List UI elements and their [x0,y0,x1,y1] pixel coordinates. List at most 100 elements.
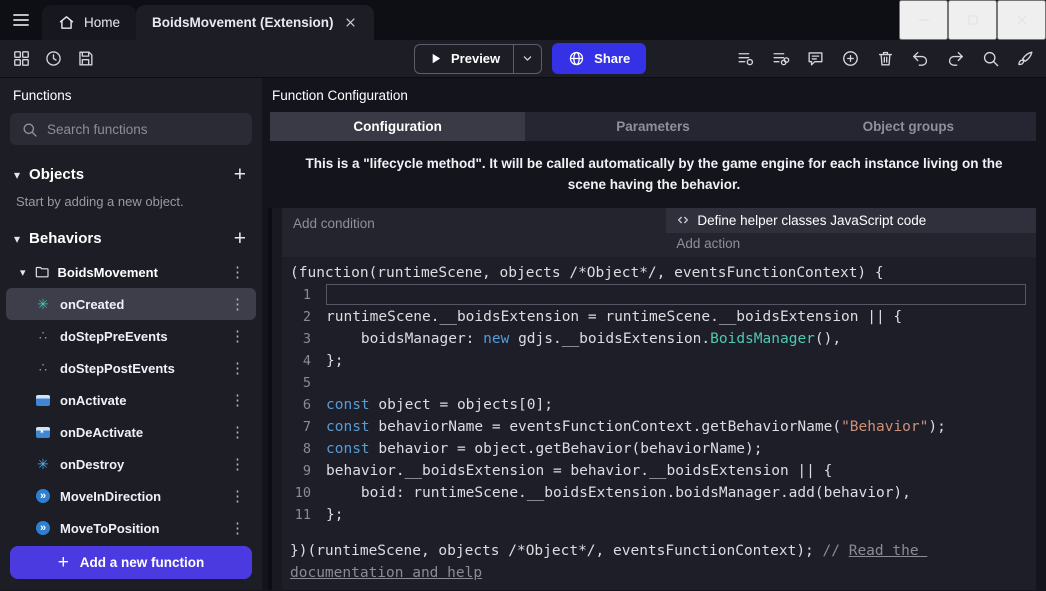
code-line-7[interactable]: 7const behaviorName = eventsFunctionCont… [290,416,1030,438]
panel-icon [34,392,52,408]
code-text: const behaviorName = eventsFunctionConte… [326,416,1030,438]
redo-icon[interactable] [940,44,970,74]
function-label: MoveToPosition [60,521,159,536]
section-objects[interactable]: ▾ Objects + [0,157,262,192]
add-new-function-button[interactable]: + Add a new function [10,546,252,579]
chevron-down-icon[interactable]: ▾ [14,168,20,182]
js-event-title-bar[interactable]: Define helper classes JavaScript code [666,208,1036,233]
tab-configuration[interactable]: Configuration [270,112,525,141]
theme-icon[interactable] [1010,44,1040,74]
kebab-menu-icon[interactable]: ⋮ [227,519,248,537]
tab-home[interactable]: Home [42,5,136,40]
preview-dropdown-button[interactable] [513,45,541,73]
motion-icon [34,520,52,536]
search-icon[interactable] [975,44,1005,74]
minimize-icon[interactable] [899,0,948,40]
event-drag-handle[interactable] [268,208,282,590]
add-action-button[interactable]: Add action [666,233,1036,257]
close-icon[interactable] [997,0,1046,40]
dots-icon [34,328,52,344]
function-label: doStepPostEvents [60,361,175,376]
kebab-menu-icon[interactable]: ⋮ [227,295,248,313]
kebab-menu-icon[interactable]: ⋮ [227,423,248,441]
kebab-menu-icon[interactable]: ⋮ [227,263,248,281]
share-button[interactable]: Share [552,43,646,74]
js-event-title: Define helper classes JavaScript code [697,213,926,228]
maximize-icon[interactable] [948,0,997,40]
tab-object-groups[interactable]: Object groups [781,112,1036,141]
behavior-functions-tree: ▾ BoidsMovement ⋮ onCreated⋮doStepPreEve… [0,256,262,590]
code-line-6[interactable]: 6const object = objects[0]; [290,394,1030,416]
code-line-1[interactable]: 1 [290,284,1030,306]
code-line-11[interactable]: 11}; [290,504,1030,526]
tab-home-label: Home [84,15,120,30]
epilogue-comment-prefix: // [823,543,849,559]
section-behaviors-label: Behaviors [29,230,102,247]
behavior-folder-boidsmovement[interactable]: ▾ BoidsMovement ⋮ [6,256,256,288]
spark-icon [34,456,52,472]
search-functions-input[interactable] [47,122,241,137]
preview-button[interactable]: Preview [414,44,542,74]
code-text: const behavior = object.getBehavior(beha… [326,438,1030,460]
add-behavior-icon[interactable]: + [234,228,246,249]
function-item-onDestroy[interactable]: onDestroy⋮ [6,448,256,480]
objects-list-icon[interactable] [730,44,760,74]
project-manager-icon[interactable] [6,44,36,74]
js-code-editor[interactable]: (function(runtimeScene, objects /*Object… [282,257,1036,590]
line-number: 9 [290,460,326,482]
search-icon [21,121,38,138]
kebab-menu-icon[interactable]: ⋮ [227,327,248,345]
function-label: MoveInDirection [60,489,161,504]
add-event-icon[interactable] [835,44,865,74]
toolbar: Preview Share [0,40,1046,78]
undo-icon[interactable] [905,44,935,74]
search-functions-box[interactable] [10,113,252,145]
code-line-8[interactable]: 8const behavior = object.getBehavior(beh… [290,438,1030,460]
line-number: 1 [290,284,326,306]
kebab-menu-icon[interactable]: ⋮ [227,487,248,505]
add-object-icon[interactable]: + [234,164,246,185]
add-condition-button[interactable]: Add condition [282,208,666,257]
object-groups-icon[interactable] [765,44,795,74]
code-text: boid: runtimeScene.__boidsExtension.boid… [326,482,1030,504]
epilogue-code: })(runtimeScene, objects /*Object*/, eve… [290,543,823,559]
code-line-4[interactable]: 4}; [290,350,1030,372]
preview-button-main[interactable]: Preview [415,45,513,73]
close-tab-icon[interactable] [343,15,358,30]
line-number: 2 [290,306,326,328]
function-item-MoveToPosition[interactable]: MoveToPosition ⋮ [6,512,256,544]
code-line-5[interactable]: 5 [290,372,1030,394]
function-item-onDeActivate[interactable]: onDeActivate ⋮ [6,416,256,448]
save-icon[interactable] [70,44,100,74]
tab-parameters[interactable]: Parameters [525,112,780,141]
function-item-doStepPostEvents[interactable]: doStepPostEvents ⋮ [6,352,256,384]
home-icon [58,14,75,31]
chevron-down-icon[interactable]: ▾ [14,232,20,246]
function-item-onCreated[interactable]: onCreated⋮ [6,288,256,320]
trash-icon[interactable] [870,44,900,74]
globe-icon [568,50,585,67]
comment-icon[interactable] [800,44,830,74]
function-item-MoveInDirection[interactable]: MoveInDirection ⋮ [6,480,256,512]
line-number: 11 [290,504,326,526]
code-line-10[interactable]: 10 boid: runtimeScene.__boidsExtension.b… [290,482,1030,504]
function-label: onDeActivate [60,425,143,440]
kebab-menu-icon[interactable]: ⋮ [227,359,248,377]
code-line-3[interactable]: 3 boidsManager: new gdjs.__boidsExtensio… [290,328,1030,350]
chevron-down-icon[interactable]: ▾ [20,266,26,279]
hamburger-icon[interactable] [0,0,42,40]
function-item-doStepPreEvents[interactable]: doStepPreEvents⋮ [6,320,256,352]
code-line-9[interactable]: 9behavior.__boidsExtension = behavior.__… [290,460,1030,482]
content: Functions ▾ Objects + Start by adding a … [0,78,1046,590]
code-text: }; [326,350,1030,372]
preview-label: Preview [451,51,500,66]
section-behaviors[interactable]: ▾ Behaviors + [0,221,262,256]
kebab-menu-icon[interactable]: ⋮ [227,391,248,409]
code-line-2[interactable]: 2runtimeScene.__boidsExtension = runtime… [290,306,1030,328]
kebab-menu-icon[interactable]: ⋮ [227,455,248,473]
objects-hint: Start by adding a new object. [0,192,262,221]
history-icon[interactable] [38,44,68,74]
function-item-onActivate[interactable]: onActivate⋮ [6,384,256,416]
tab-boidsmovement-extension[interactable]: BoidsMovement (Extension) [136,5,374,40]
window-controls [899,0,1046,40]
